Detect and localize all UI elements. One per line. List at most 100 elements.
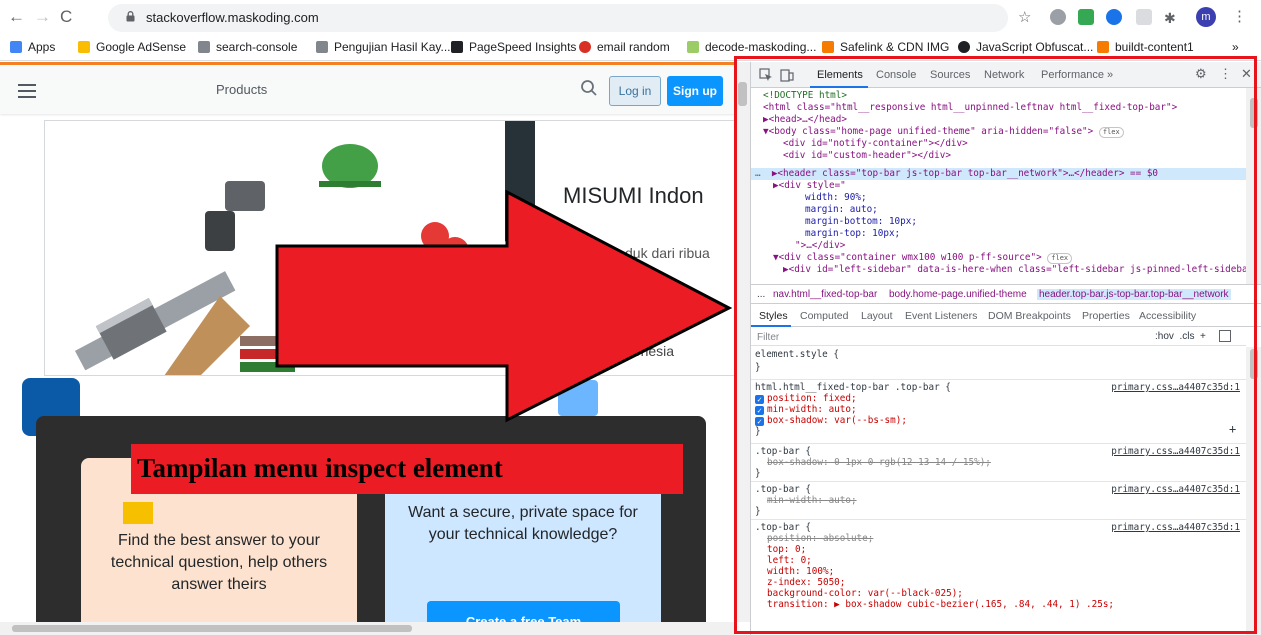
- tab-console[interactable]: Console: [876, 69, 916, 81]
- tab-sources[interactable]: Sources: [930, 69, 970, 81]
- property-line[interactable]: background-color: var(--black-025);: [767, 588, 963, 600]
- dom-line[interactable]: <html class="html__responsive html__unpi…: [763, 102, 1177, 114]
- selector[interactable]: .top-bar {: [755, 522, 811, 534]
- source-link[interactable]: primary.css…a4407c35d:1: [1111, 484, 1240, 496]
- scroll-thumb[interactable]: [738, 82, 747, 106]
- property-line[interactable]: ✓ box-shadow: var(--bs-sm);: [755, 415, 907, 427]
- dom-line[interactable]: ▶<head>…</head>: [763, 114, 847, 126]
- source-link[interactable]: primary.css…a4407c35d:1: [1111, 522, 1240, 534]
- dom-line[interactable]: ▼<div class="container wmx100 w100 p-ff-…: [773, 252, 1073, 264]
- hamburger-menu-icon[interactable]: [18, 84, 36, 98]
- dom-line[interactable]: <!DOCTYPE html>: [763, 90, 847, 102]
- filter-controls[interactable]: :hov .cls +: [1155, 331, 1206, 342]
- screenshot-icon[interactable]: [1136, 9, 1152, 25]
- dom-tree-scrollbar[interactable]: [1246, 88, 1261, 284]
- bookmark-adsense[interactable]: Google AdSense: [78, 40, 186, 54]
- close-icon[interactable]: ✕: [1241, 66, 1252, 82]
- tab-network[interactable]: Network: [984, 69, 1024, 81]
- lock-icon[interactable]: [126, 11, 135, 22]
- more-bookmarks-button[interactable]: »: [1232, 40, 1239, 54]
- property-line[interactable]: top: 0;: [767, 544, 806, 556]
- breadcrumb-item[interactable]: body.home-page.unified-theme: [889, 289, 1027, 300]
- dom-line[interactable]: ">…</div>: [795, 240, 845, 252]
- more-tabs-button[interactable]: »: [1107, 69, 1113, 81]
- breadcrumb-ellipsis[interactable]: ...: [757, 289, 765, 300]
- property-line-overridden[interactable]: position: absolute;: [767, 533, 873, 545]
- login-button[interactable]: Log in: [609, 76, 661, 106]
- add-property-button[interactable]: +: [1229, 423, 1236, 435]
- scroll-thumb[interactable]: [12, 625, 412, 632]
- back-icon[interactable]: ←: [8, 8, 25, 26]
- source-link[interactable]: primary.css…a4407c35d:1: [1111, 446, 1240, 458]
- dom-line[interactable]: ▶<div style=": [773, 180, 846, 192]
- devtools-ext-icon[interactable]: [1106, 9, 1122, 25]
- settings-gear-icon[interactable]: ⚙: [1195, 66, 1207, 82]
- dom-line[interactable]: margin-top: 10px;: [805, 228, 900, 240]
- url-text[interactable]: stackoverflow.maskoding.com: [146, 10, 319, 25]
- selector[interactable]: element.style {: [755, 349, 839, 361]
- bookmark-search-console[interactable]: search-console: [198, 40, 297, 54]
- reload-icon[interactable]: C: [60, 8, 72, 26]
- filter-input[interactable]: Filter: [757, 332, 779, 343]
- adblock-icon[interactable]: [1050, 9, 1066, 25]
- tab-styles[interactable]: Styles: [759, 310, 788, 322]
- checkbox-icon[interactable]: ✓: [755, 406, 764, 415]
- bookmark-safelink[interactable]: Safelink & CDN IMG: [822, 40, 949, 54]
- bookmark-apps[interactable]: Apps: [10, 40, 55, 54]
- selector[interactable]: html.html__fixed-top-bar .top-bar {: [755, 382, 951, 394]
- create-team-button[interactable]: Create a free Team: [427, 601, 620, 622]
- checkbox-icon[interactable]: ✓: [755, 417, 764, 426]
- search-icon[interactable]: [580, 79, 598, 97]
- bookmark-buildt-content[interactable]: buildt-content1: [1097, 40, 1194, 54]
- devtools-menu-icon[interactable]: ⋮: [1219, 66, 1232, 82]
- source-link[interactable]: primary.css…a4407c35d:1: [1111, 382, 1240, 394]
- tab-event-listeners[interactable]: Event Listeners: [905, 310, 977, 322]
- dom-line[interactable]: <div id="custom-header"></div>: [783, 150, 951, 162]
- avatar[interactable]: m: [1196, 7, 1216, 27]
- kebab-menu-icon[interactable]: ⋮: [1232, 8, 1247, 26]
- dom-line[interactable]: ▼<body class="home-page unified-theme" a…: [763, 126, 1124, 138]
- tab-layout[interactable]: Layout: [861, 310, 893, 322]
- dom-line-selected[interactable]: … ▶<header class="top-bar js-top-bar top…: [755, 168, 1158, 180]
- page-horizontal-scrollbar[interactable]: [0, 622, 735, 635]
- tab-accessibility[interactable]: Accessibility: [1139, 310, 1196, 322]
- forward-icon[interactable]: →: [34, 8, 51, 26]
- bookmark-pagespeed[interactable]: PageSpeed Insights: [451, 40, 576, 54]
- scroll-thumb[interactable]: [1250, 98, 1258, 128]
- tab-computed[interactable]: Computed: [800, 310, 848, 322]
- property-line[interactable]: ✓ position: fixed;: [755, 393, 857, 405]
- bookmark-email-random[interactable]: email random: [579, 40, 670, 54]
- device-toolbar-icon[interactable]: [780, 68, 794, 82]
- dom-line[interactable]: <div id="notify-container"></div>: [783, 138, 968, 150]
- flex-badge[interactable]: flex: [1047, 253, 1073, 264]
- breadcrumb-item[interactable]: nav.html__fixed-top-bar: [773, 289, 877, 300]
- property-line[interactable]: z-index: 5050;: [767, 577, 845, 589]
- toggle-sidebar-icon[interactable]: [1219, 330, 1231, 342]
- tab-dom-breakpoints[interactable]: DOM Breakpoints: [988, 310, 1071, 322]
- dom-line[interactable]: width: 90%;: [805, 192, 867, 204]
- dom-line[interactable]: margin: auto;: [805, 204, 878, 216]
- property-line[interactable]: transition: ▶ box-shadow cubic-bezier(.1…: [767, 599, 1114, 611]
- property-line[interactable]: width: 100%;: [767, 566, 834, 578]
- scroll-thumb[interactable]: [1250, 349, 1258, 379]
- extension-icon[interactable]: [1078, 9, 1094, 25]
- property-line-overridden[interactable]: min-width: auto;: [767, 495, 857, 507]
- breadcrumb-item-current[interactable]: header.top-bar.js-top-bar.top-bar__netwo…: [1037, 289, 1231, 300]
- tab-elements[interactable]: Elements: [817, 69, 863, 81]
- selector[interactable]: .top-bar {: [755, 446, 811, 458]
- property-line[interactable]: ✓ min-width: auto;: [755, 404, 857, 416]
- tab-performance[interactable]: Performance: [1041, 69, 1104, 81]
- checkbox-icon[interactable]: ✓: [755, 395, 764, 404]
- property-line[interactable]: left: 0;: [767, 555, 812, 567]
- products-link[interactable]: Products: [216, 82, 267, 97]
- tab-properties[interactable]: Properties: [1082, 310, 1130, 322]
- star-icon[interactable]: ☆: [1018, 9, 1031, 27]
- selector[interactable]: .top-bar {: [755, 484, 811, 496]
- property-line-overridden[interactable]: box-shadow: 0 1px 0 rgb(12 13 14 / 15%);: [767, 457, 991, 469]
- dom-line[interactable]: margin-bottom: 10px;: [805, 216, 917, 228]
- bookmark-decode[interactable]: decode-maskoding...: [687, 40, 816, 54]
- puzzle-icon[interactable]: ✱: [1164, 9, 1176, 27]
- dom-line[interactable]: ▶<div id="left-sidebar" data-is-here-whe…: [783, 264, 1246, 276]
- bookmark-pengujian[interactable]: Pengujian Hasil Kay...: [316, 40, 451, 54]
- inspect-element-icon[interactable]: [759, 68, 773, 82]
